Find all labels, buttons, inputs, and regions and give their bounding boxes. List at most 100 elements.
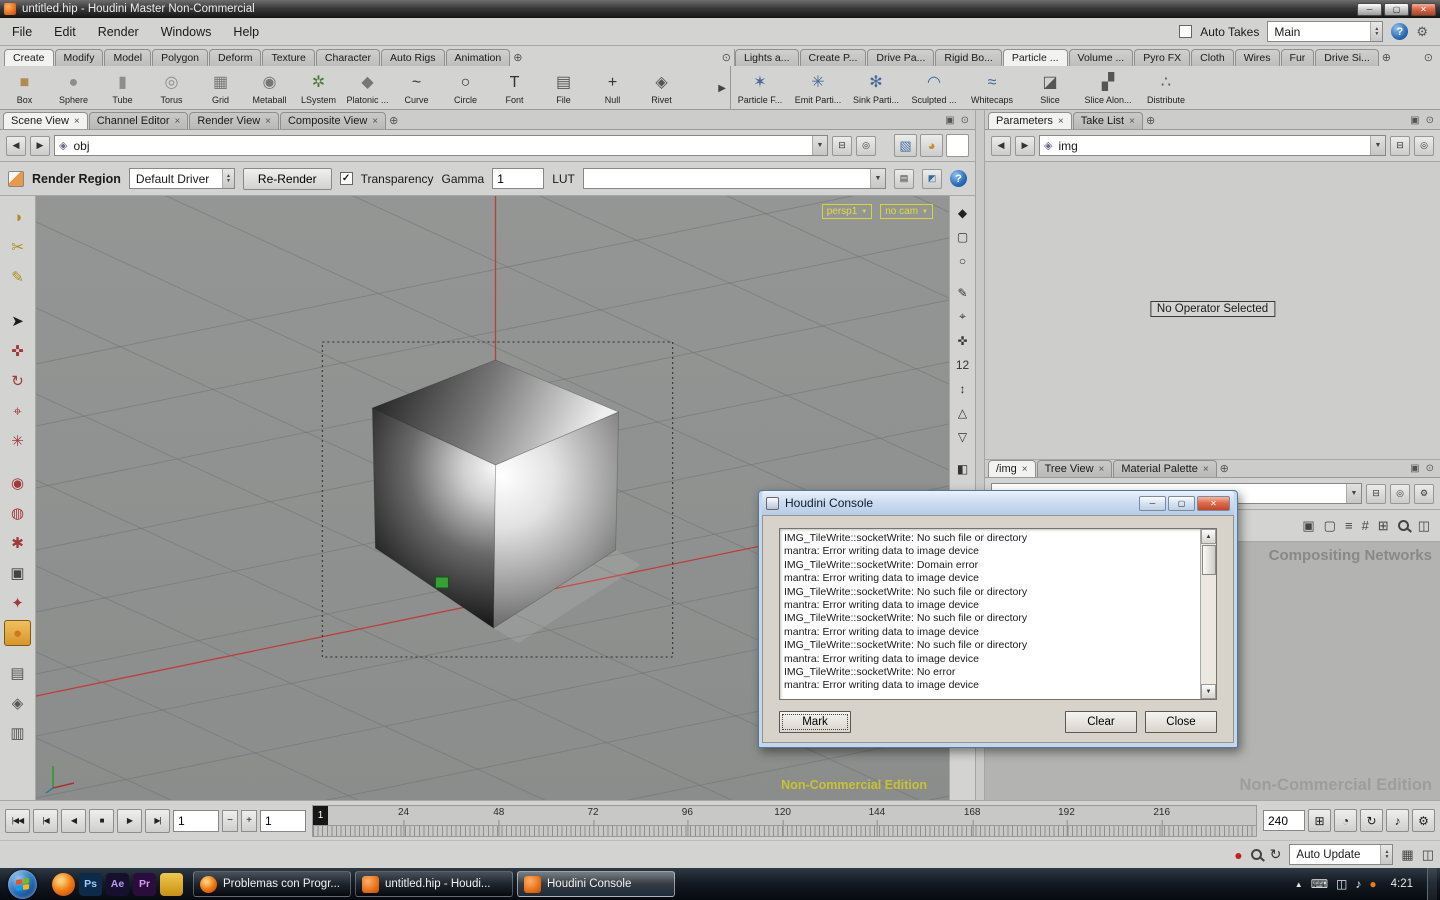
shelf-tab[interactable]: Pyro FX	[1134, 49, 1191, 66]
close-tab-icon[interactable]: ×	[1058, 116, 1064, 127]
shelf-tab[interactable]: Fur	[1280, 49, 1315, 66]
view-shade-icon[interactable]: ◕	[920, 134, 943, 157]
console-titlebar[interactable]: Houdini Console ─ ▢ ✕	[762, 491, 1234, 515]
pane-maximize-icon[interactable]: ▣	[1410, 113, 1419, 129]
pane-tab[interactable]: Parameters ×	[988, 112, 1072, 129]
pane-tab[interactable]: Material Palette ×	[1113, 460, 1217, 477]
color-correction-icon[interactable]: ◩	[922, 168, 942, 189]
viewport-toolbar-icon[interactable]: ▽	[953, 426, 973, 447]
viewport-toolbar-icon[interactable]: △	[953, 402, 973, 423]
shelf-tab[interactable]: Texture	[262, 49, 315, 66]
shelf-tool[interactable]: ◪ Slice	[1021, 71, 1079, 105]
left-toolbar-icon[interactable]: ◉	[4, 470, 31, 496]
pane-menu-icon[interactable]: ⊙	[961, 113, 969, 129]
shelf-tool[interactable]: ✳ Emit Parti...	[789, 71, 847, 105]
playbar-option-icon[interactable]: ⊞	[1308, 809, 1331, 832]
viewport-toolbar-icon[interactable]: ▢	[953, 226, 973, 247]
scroll-up-icon[interactable]: ▲	[1201, 529, 1216, 544]
left-toolbar-icon[interactable]: ✜	[4, 338, 31, 364]
img-path-field[interactable]: ◈ img ▼	[1039, 135, 1386, 156]
path-back-button[interactable]: ◀	[991, 135, 1011, 156]
left-toolbar-icon[interactable]: ↻	[4, 368, 31, 394]
shelf-tab[interactable]: Lights a...	[735, 49, 799, 66]
shelf-tool[interactable]: ✲ LSystem	[294, 71, 343, 105]
shelf-tab[interactable]: Model	[104, 49, 152, 66]
refresh-icon[interactable]: ↻	[1270, 846, 1282, 863]
shelf-tool[interactable]: ▞ Slice Alon...	[1079, 71, 1137, 105]
follow-selection-icon[interactable]: ◎	[1390, 483, 1410, 504]
shelf-tab[interactable]: Animation	[445, 49, 511, 66]
lut-select[interactable]: ▼	[582, 168, 886, 189]
frame-view-icon[interactable]: ◫	[1418, 518, 1430, 534]
zoom-icon[interactable]	[1397, 520, 1409, 531]
volume-tray-icon[interactable]: ♪	[1355, 877, 1361, 891]
maximize-button[interactable]: ▢	[1384, 2, 1409, 16]
quicklaunch-icon[interactable]: Pr	[133, 872, 156, 896]
playbar-option-icon[interactable]: ◔	[1334, 809, 1357, 832]
stop-button[interactable]: ■	[89, 808, 114, 833]
camera2-menu[interactable]: no cam ▼	[880, 204, 933, 219]
add-pane-tab-icon[interactable]: ⊕	[1220, 461, 1229, 477]
path-back-button[interactable]: ◀	[6, 135, 26, 156]
shelf-tool[interactable]: T Font	[490, 71, 539, 105]
shelf-tool[interactable]: ∴ Distribute	[1137, 71, 1195, 105]
left-toolbar-icon[interactable]: ⌖	[4, 398, 31, 424]
current-frame-marker[interactable]: 1	[313, 805, 328, 825]
left-toolbar-icon[interactable]: ▣	[4, 560, 31, 586]
menu-item[interactable]: File	[12, 25, 32, 39]
render-help-icon[interactable]: ?	[950, 170, 967, 187]
left-toolbar-icon[interactable]: ◑	[4, 204, 31, 230]
left-toolbar-icon[interactable]: ✱	[4, 530, 31, 556]
shelf-tool[interactable]: ■ Box	[0, 71, 49, 105]
close-tab-icon[interactable]: ×	[1099, 464, 1105, 475]
render-driver-select[interactable]: Default Driver ▲ ▼	[128, 168, 235, 189]
left-toolbar-icon[interactable]: ✳	[4, 428, 31, 454]
pane-tab[interactable]: Render View ×	[189, 112, 279, 129]
shelf-tab[interactable]: Wires	[1234, 49, 1280, 66]
left-toolbar-icon[interactable]: ➤	[4, 308, 31, 334]
left-toolbar-icon[interactable]: ◍	[4, 500, 31, 526]
start-button[interactable]	[8, 869, 37, 899]
shelf-tab[interactable]: Rigid Bo...	[935, 49, 1002, 66]
mark-button[interactable]: Mark	[779, 711, 851, 733]
minimize-button[interactable]: ─	[1357, 2, 1382, 16]
spinner-icon[interactable]: ▲ ▼	[221, 169, 234, 188]
shelf-tab[interactable]: Volume ...	[1068, 49, 1134, 66]
close-tab-icon[interactable]: ×	[74, 116, 80, 127]
inspect-icon[interactable]: ▤	[894, 168, 914, 189]
scroll-thumb[interactable]	[1201, 545, 1216, 575]
shelf-tool[interactable]: ● Sphere	[49, 71, 98, 105]
close-tab-icon[interactable]: ×	[1129, 116, 1135, 127]
shelf-tool[interactable]: ✻ Sink Parti...	[847, 71, 905, 105]
firefox-tray-icon[interactable]: ●	[1369, 877, 1376, 891]
pin-icon[interactable]: ⊟	[1390, 135, 1410, 156]
menu-item[interactable]: Windows	[161, 25, 212, 39]
viewport-toolbar-icon[interactable]: ✎	[953, 282, 973, 303]
menu-item[interactable]: Help	[233, 25, 259, 39]
shelf-tool[interactable]: ~ Curve	[392, 71, 441, 105]
left-toolbar-icon[interactable]: ✦	[4, 590, 31, 616]
status-toolbar-icon[interactable]: ▦	[1401, 847, 1413, 863]
left-toolbar-icon[interactable]: ◈	[4, 690, 31, 716]
shelf-tab[interactable]: Particle ...	[1002, 49, 1068, 66]
console-maximize-button[interactable]: ▢	[1168, 495, 1195, 511]
follow-selection-icon[interactable]: ◎	[1414, 135, 1434, 156]
prev-key-button[interactable]: |◀	[33, 808, 58, 833]
spinner-icon[interactable]: ▲ ▼	[1370, 22, 1383, 41]
shelf-tab[interactable]: Create	[4, 49, 54, 66]
interrupt-icon[interactable]: ●	[1234, 847, 1242, 863]
shelf-tab[interactable]: Cloth	[1191, 49, 1234, 66]
viewport-toolbar-icon[interactable]: ↕	[953, 378, 973, 399]
pane-tab[interactable]: Channel Editor ×	[88, 112, 189, 129]
shelf-tab[interactable]: Polygon	[152, 49, 209, 66]
playbar-option-icon[interactable]: ♪	[1386, 809, 1409, 832]
view-cube-icon[interactable]: ▧	[894, 134, 917, 157]
current-frame-field[interactable]	[173, 809, 219, 832]
status-toolbar-icon[interactable]: ◫	[1422, 847, 1434, 863]
left-toolbar-icon[interactable]: ▤	[4, 660, 31, 686]
playbar-option-icon[interactable]: ⚙	[1412, 809, 1435, 832]
pane-menu-icon[interactable]: ⊙	[1426, 113, 1434, 129]
shelf-tab[interactable]: Modify	[54, 49, 104, 66]
shelf-tab[interactable]: Drive Pa...	[867, 49, 935, 66]
close-tab-icon[interactable]: ×	[175, 116, 181, 127]
